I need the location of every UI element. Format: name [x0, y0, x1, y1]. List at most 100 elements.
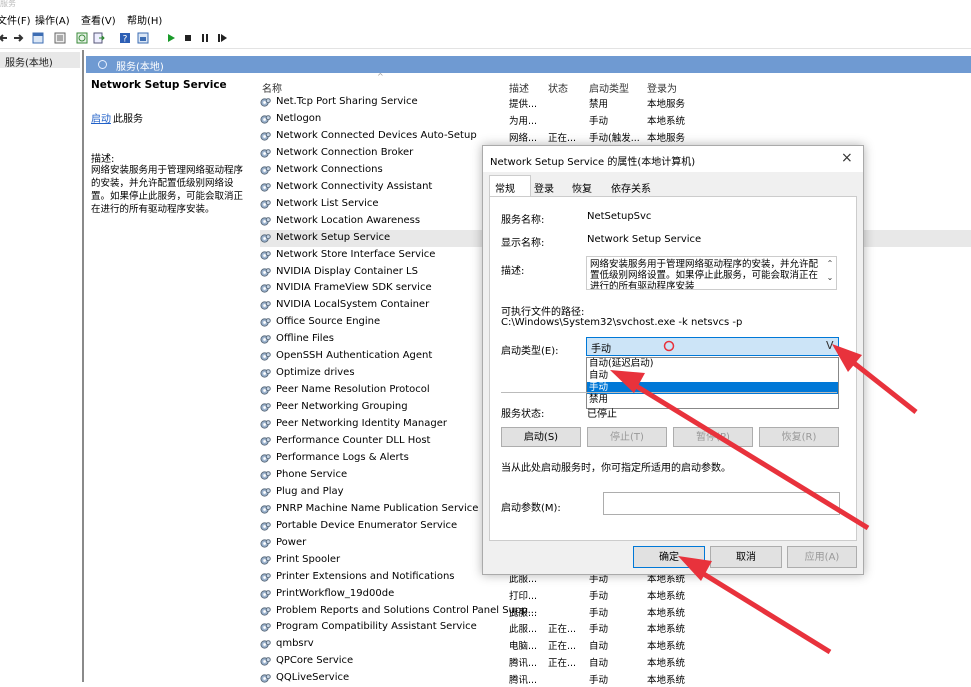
chevron-down-icon[interactable]: V: [826, 339, 834, 352]
service-startup-type: 手动: [589, 624, 609, 636]
column-name[interactable]: 名称: [262, 80, 282, 95]
table-row[interactable]: Netlogon 为用... 手动 本地系统: [260, 111, 971, 128]
menu-file[interactable]: 文件(F): [0, 12, 31, 27]
service-logon: 本地系统: [647, 658, 686, 670]
service-gear-icon: [260, 606, 271, 617]
service-name: NVIDIA FrameView SDK service: [276, 282, 432, 294]
service-description: 为用...: [509, 115, 538, 127]
service-gear-icon: [260, 199, 271, 210]
service-gear-icon: [260, 114, 271, 125]
tab-recovery[interactable]: 恢复: [572, 180, 592, 195]
service-name: Phone Service: [276, 468, 348, 480]
service-startup-type: 自动: [589, 658, 609, 670]
description-textbox[interactable]: 网络安装服务用于管理网络驱动程序的安装，并允许配置低级别网络设置。如果停止此服务…: [586, 256, 837, 290]
toolbar: ?: [0, 28, 971, 49]
service-name: qmbsrv: [276, 638, 314, 650]
stop-icon[interactable]: [182, 32, 194, 44]
table-row[interactable]: Problem Reports and Solutions Control Pa…: [260, 603, 971, 620]
tab-dependencies[interactable]: 依存关系: [611, 180, 651, 195]
table-row[interactable]: PrintWorkflow_19d00de 打印... 手动 本地系统: [260, 586, 971, 603]
description-text: 网络安装服务用于管理网络驱动程序的安装，并允许配置低级别网络设置。如果停止此服务…: [91, 165, 244, 215]
ok-button[interactable]: 确定: [633, 546, 705, 568]
service-name: Network Store Interface Service: [276, 248, 436, 260]
option-disabled[interactable]: 禁用: [587, 394, 838, 406]
display-name-label: 显示名称:: [501, 238, 545, 249]
start-service-link[interactable]: 启动: [91, 110, 111, 125]
tree-item-label: 服务(本地): [5, 58, 53, 69]
service-gear-icon: [260, 589, 271, 600]
service-name: Printer Extensions and Notifications: [276, 570, 455, 582]
pause-icon[interactable]: [199, 32, 211, 44]
help-icon[interactable]: ?: [119, 32, 131, 44]
back-icon[interactable]: [0, 32, 10, 44]
service-gear-icon: [260, 283, 271, 294]
start-service-suffix: 此服务: [113, 114, 143, 125]
service-status: 正在...: [548, 658, 577, 670]
service-logon: 本地系统: [647, 624, 686, 636]
menu-action[interactable]: 操作(A): [35, 12, 70, 27]
svg-text:?: ?: [123, 35, 128, 45]
service-gear-icon: [260, 250, 271, 261]
properties-icon[interactable]: [54, 32, 66, 44]
service-name: Network Location Awareness: [276, 214, 421, 226]
cancel-button[interactable]: 取消: [710, 546, 782, 568]
table-row[interactable]: Program Compatibility Assistant Service 此…: [260, 619, 971, 636]
table-row[interactable]: Network Connected Devices Auto-Setup 网络..…: [260, 128, 971, 145]
option-auto-delayed[interactable]: 自动(延迟启动): [587, 358, 838, 370]
service-gear-icon: [260, 470, 271, 481]
service-gear-icon: [260, 300, 271, 311]
dialog-titlebar: Network Setup Service 的属性(本地计算机) ×: [483, 146, 863, 172]
tree-item-services-local[interactable]: 服务(本地): [0, 52, 80, 69]
console-icon[interactable]: [137, 32, 149, 44]
service-name: Peer Networking Identity Manager: [276, 418, 448, 430]
table-row[interactable]: QPCore Service 腾讯... 正在... 自动 本地系统: [260, 653, 971, 670]
close-icon[interactable]: ×: [841, 150, 853, 166]
menu-help[interactable]: 帮助(H): [127, 12, 162, 27]
service-gear-icon: [260, 622, 271, 633]
column-description[interactable]: 描述: [509, 80, 529, 95]
table-row[interactable]: Net.Tcp Port Sharing Service 提供... 禁用 本地服务: [260, 94, 971, 111]
stop-button[interactable]: 停止(T): [587, 427, 667, 447]
refresh-icon[interactable]: [76, 32, 88, 44]
menu-view[interactable]: 查看(V): [81, 12, 116, 27]
column-startup-type[interactable]: 启动类型: [589, 80, 629, 95]
service-description: 电脑...: [509, 641, 538, 653]
service-name: Plug and Play: [276, 485, 344, 497]
resume-button[interactable]: 恢复(R): [759, 427, 839, 447]
resume-icon[interactable]: [216, 32, 228, 44]
service-description: 打印...: [509, 590, 538, 602]
option-auto[interactable]: 自动: [587, 370, 838, 382]
service-name-label: 服务名称:: [501, 215, 545, 226]
path-label: 可执行文件的路径:: [501, 307, 585, 318]
tab-logon[interactable]: 登录: [534, 180, 554, 195]
show-tree-icon[interactable]: [32, 32, 44, 44]
table-row[interactable]: qmbsrv 电脑... 正在... 自动 本地系统: [260, 636, 971, 653]
start-icon[interactable]: [165, 32, 177, 44]
start-button[interactable]: 启动(S): [501, 427, 581, 447]
column-status[interactable]: 状态: [548, 80, 568, 95]
pause-button[interactable]: 暂停(P): [673, 427, 753, 447]
service-name: Problem Reports and Solutions Control Pa…: [276, 604, 538, 616]
path-value: C:\Windows\System32\svchost.exe -k netsv…: [501, 317, 743, 328]
service-gear-icon: [260, 148, 271, 159]
tab-general[interactable]: 常规: [495, 180, 515, 195]
service-name: QPCore Service: [276, 655, 354, 667]
table-row[interactable]: QQLiveService 腾讯... 手动 本地系统: [260, 670, 971, 687]
service-gear-icon: [260, 555, 271, 566]
column-logon-as[interactable]: 登录为: [647, 80, 677, 95]
apply-button[interactable]: 应用(A): [787, 546, 857, 568]
service-name: Performance Logs & Alerts: [276, 451, 409, 463]
selected-service-title: Network Setup Service: [91, 79, 227, 91]
service-status-label: 服务状态:: [501, 409, 545, 420]
startup-type-dropdown: 自动(延迟启动) 自动 手动 禁用: [586, 357, 839, 409]
service-gear-icon: [260, 233, 271, 244]
service-name: Network Setup Service: [276, 231, 391, 243]
forward-icon[interactable]: [12, 32, 24, 44]
scroll-arrows-icon[interactable]: ⌃ ⌄: [824, 257, 836, 289]
startup-type-select[interactable]: 手动 V: [586, 337, 839, 356]
service-name: Program Compatibility Assistant Service: [276, 621, 477, 633]
export-icon[interactable]: [93, 32, 105, 44]
service-status-value: 已停止: [587, 409, 617, 420]
search-icon: [98, 60, 107, 69]
start-params-input[interactable]: [603, 492, 840, 515]
